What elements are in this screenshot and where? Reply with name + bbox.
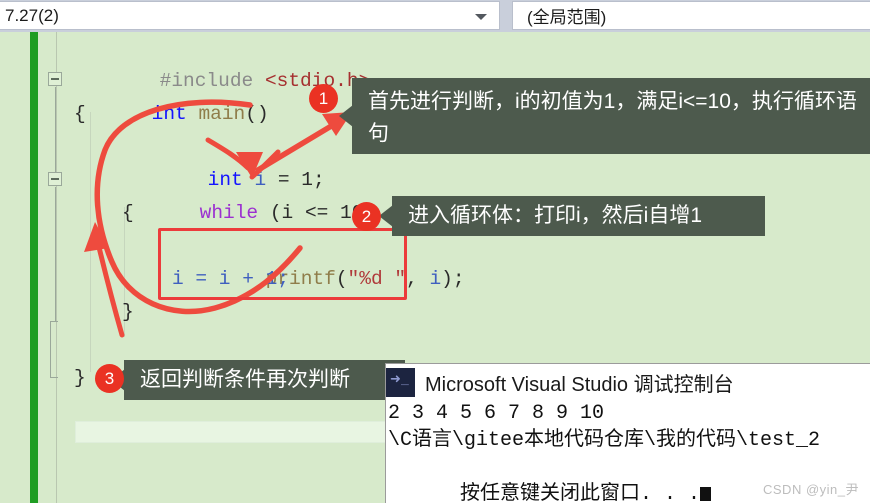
fold-bracket-main-end — [50, 321, 58, 378]
callout-2: 进入循环体：打印i，然后i自增1 — [379, 196, 765, 236]
token-paren-empty: () — [245, 103, 269, 125]
token-printf-sep: , — [406, 268, 430, 290]
token-kw-while: while — [199, 202, 259, 224]
fold-guide-while — [55, 187, 56, 322]
callout-3-badge: 3 — [95, 364, 124, 393]
saved-changes-indicator-bar — [30, 32, 38, 503]
scope-selector-value: 7.27(2) — [5, 5, 59, 25]
chevron-down-icon[interactable] — [475, 14, 487, 20]
watermark: CSDN @yin_尹 — [763, 482, 859, 497]
token-kw-int: int — [151, 103, 187, 125]
console-app-icon — [386, 367, 415, 397]
callout-3: 返回判断条件再次判断 — [111, 360, 405, 400]
callout-2-tail — [379, 205, 393, 227]
callout-3-text: 返回判断条件再次判断 — [140, 368, 350, 391]
screenshot-root: 7.27(2) (全局范围) #include <stdio.h> int ma… — [0, 0, 870, 503]
console-cursor — [700, 487, 712, 501]
token-printf-close: ); — [441, 268, 465, 290]
code-line-9: } — [122, 301, 134, 323]
token-fn-main: main — [198, 103, 246, 125]
editor-navigation-bar: 7.27(2) (全局范围) — [0, 0, 870, 32]
printf-highlight-rectangle — [158, 228, 407, 300]
scope-selector-dropdown[interactable]: 7.27(2) — [0, 1, 500, 30]
member-selector-value: (全局范围) — [527, 8, 607, 27]
console-line-prompt: 按任意键关闭此窗口. . . — [386, 454, 712, 503]
callout-2-text: 进入循环体：打印i，然后i自增1 — [408, 204, 703, 227]
gutter-separator — [56, 32, 57, 503]
editor-gutter[interactable] — [0, 32, 29, 503]
callout-2-badge: 2 — [352, 202, 381, 231]
fold-guide-main — [55, 87, 56, 177]
member-selector-dropdown[interactable]: (全局范围) — [512, 1, 870, 30]
console-prompt-text: 按任意键关闭此窗口. . . — [460, 483, 701, 503]
debug-console-window[interactable]: Microsoft Visual Studio 调试控制台 1 2 3 4 5 … — [385, 363, 870, 503]
callout-1-tail — [339, 105, 353, 127]
code-line-11: } — [74, 367, 86, 389]
code-line-3: { — [74, 103, 86, 125]
console-title-bar[interactable]: Microsoft Visual Studio 调试控制台 — [386, 364, 870, 400]
callout-1: 首先进行判断，i的初值为1，满足i<=10，执行循环语句 — [339, 78, 870, 154]
callout-1-badge: 1 — [309, 84, 338, 113]
callout-1-text: 首先进行判断，i的初值为1，满足i<=10，执行循环语句 — [368, 90, 857, 145]
console-title-text: Microsoft Visual Studio 调试控制台 — [425, 373, 734, 396]
console-line-numbers: 1 2 3 4 5 6 7 8 9 10 — [385, 402, 605, 425]
console-line-path: D:\C语言\gitee本地代码仓库\我的代码\test_2 — [385, 429, 821, 452]
code-line-6: { — [122, 202, 134, 224]
token-printf-arg: i — [429, 268, 442, 290]
